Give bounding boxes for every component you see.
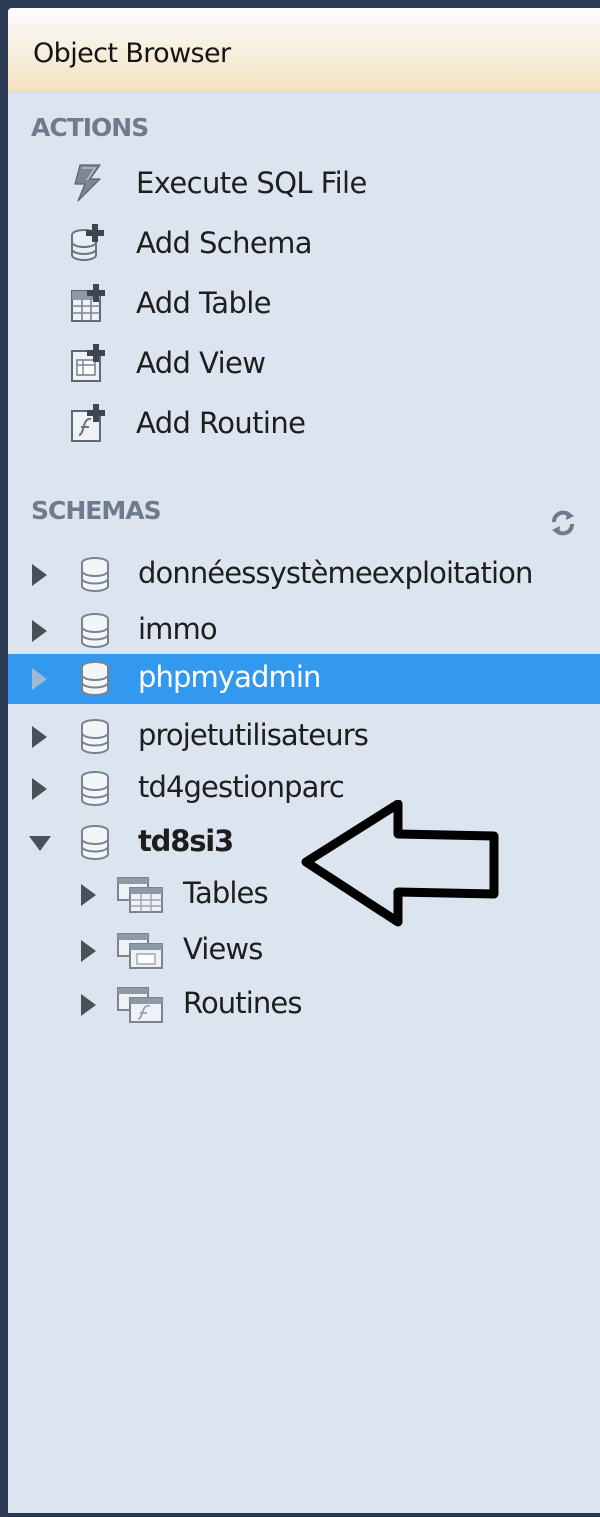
expand-arrow-icon[interactable] [32, 620, 47, 642]
expand-arrow-icon[interactable] [32, 668, 47, 690]
add-table-label: Add Table [136, 286, 272, 320]
expand-arrow-icon[interactable] [32, 564, 47, 586]
schema-item[interactable]: donnéessystèmeexploitation [8, 550, 600, 600]
schema-label: td4gestionparc [138, 770, 345, 804]
lightning-icon [68, 162, 108, 204]
routines-folder-icon [116, 986, 166, 1030]
expand-arrow-icon[interactable] [81, 994, 96, 1016]
database-icon [78, 823, 112, 867]
add-routine-label: Add Routine [136, 406, 306, 440]
actions-section-header: ACTIONS [31, 113, 149, 142]
schema-item[interactable]: immo [8, 606, 600, 656]
tables-label: Tables [183, 876, 269, 910]
database-icon [78, 769, 112, 813]
schema-item[interactable]: projetutilisateurs [8, 712, 600, 762]
schema-item-selected[interactable]: phpmyadmin [8, 654, 600, 704]
expand-arrow-icon[interactable] [32, 778, 47, 800]
tables-folder-icon [116, 876, 166, 920]
add-view-action[interactable]: Add View [68, 340, 538, 386]
schema-label: donnéessystèmeexploitation [138, 556, 533, 590]
expand-arrow-icon[interactable] [81, 940, 96, 962]
routines-label: Routines [183, 986, 302, 1020]
object-browser-titlebar: Object Browser [8, 8, 600, 92]
annotation-arrow-icon [298, 799, 518, 934]
expand-arrow-icon[interactable] [32, 726, 47, 748]
execute-sql-file-action[interactable]: Execute SQL File [68, 160, 538, 206]
add-schema-icon [68, 222, 108, 264]
database-icon [78, 717, 112, 761]
add-schema-action[interactable]: Add Schema [68, 220, 538, 266]
schema-label: td8si3 [138, 824, 234, 858]
add-schema-label: Add Schema [136, 226, 313, 260]
execute-sql-file-label: Execute SQL File [136, 166, 367, 200]
add-table-action[interactable]: Add Table [68, 280, 538, 326]
expand-arrow-icon[interactable] [81, 884, 96, 906]
views-label: Views [183, 932, 263, 966]
panel-title: Object Browser [33, 38, 231, 69]
add-routine-icon [68, 402, 108, 444]
schema-label: projetutilisateurs [138, 718, 369, 752]
database-icon [78, 555, 112, 599]
add-view-icon [68, 342, 108, 384]
views-folder-icon [116, 932, 166, 976]
collapse-arrow-icon[interactable] [29, 836, 51, 851]
add-table-icon [68, 282, 108, 324]
database-icon [78, 611, 112, 655]
add-routine-action[interactable]: Add Routine [68, 400, 538, 446]
add-view-label: Add View [136, 346, 266, 380]
routines-node[interactable]: Routines [8, 980, 600, 1030]
schemas-section-header: SCHEMAS [31, 496, 162, 525]
refresh-icon[interactable] [548, 508, 578, 542]
database-icon [78, 659, 112, 703]
schema-label: immo [138, 612, 218, 646]
object-browser-panel: Object Browser ACTIONS Execute SQL File … [8, 8, 600, 1513]
schema-label: phpmyadmin [138, 660, 321, 694]
